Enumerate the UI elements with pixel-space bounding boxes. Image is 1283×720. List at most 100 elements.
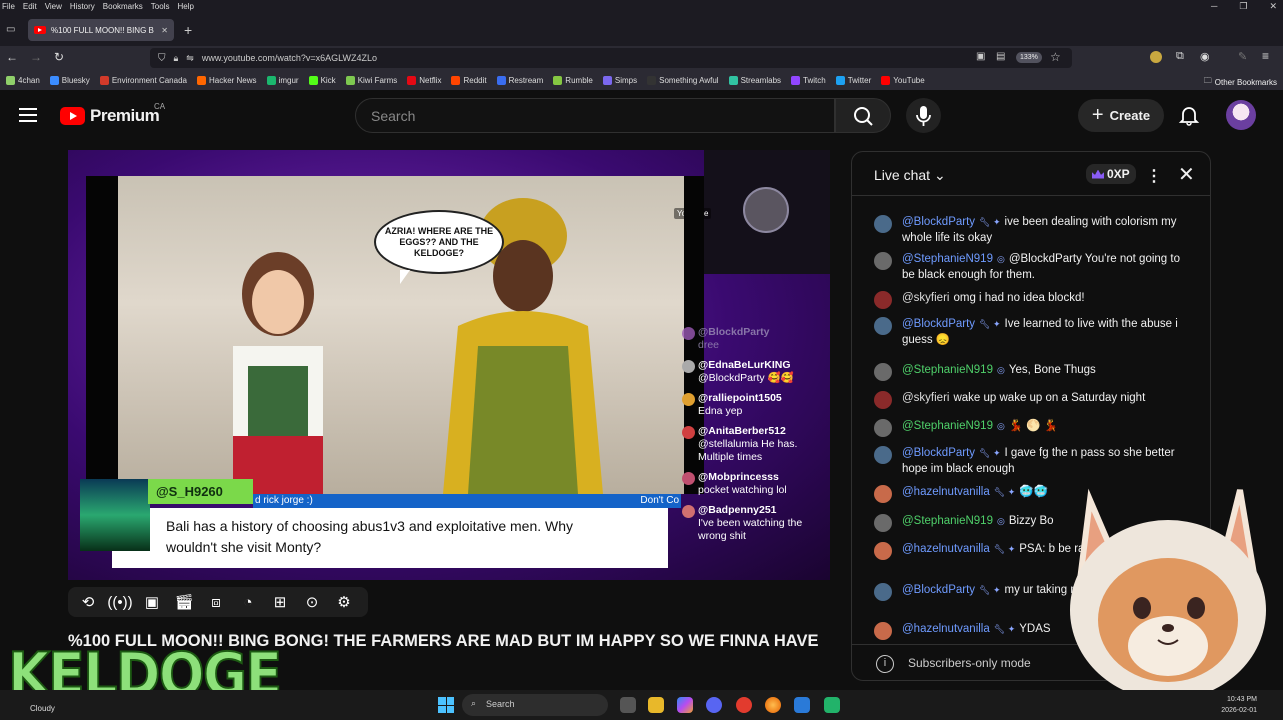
chat-avatar[interactable] <box>874 419 892 437</box>
screenshot-icon[interactable]: ▤ <box>996 51 1005 62</box>
chat-avatar[interactable] <box>874 317 892 335</box>
info-icon[interactable]: i <box>876 655 894 673</box>
create-button[interactable]: + Create <box>1078 99 1164 132</box>
firefox-icon[interactable] <box>765 697 781 713</box>
camera-screenshot-icon[interactable]: ⊙ <box>300 592 324 612</box>
chat-avatar[interactable] <box>874 622 892 640</box>
chat-avatar[interactable] <box>874 291 892 309</box>
loop-icon[interactable]: ⟲ <box>76 592 100 612</box>
bookmark-item[interactable]: Bluesky <box>49 75 90 85</box>
bookmark-item[interactable]: Environment Canada <box>99 75 187 85</box>
account-avatar[interactable] <box>1226 100 1256 130</box>
bookmark-item[interactable]: Twitch <box>791 75 826 85</box>
bookmark-item[interactable]: Rumble <box>553 75 593 85</box>
chat-message[interactable]: @BlockdParty 🔧︎ ✦ Ive learned to live with… <box>874 316 1194 348</box>
minimize-icon[interactable]: ─ <box>1211 1 1217 11</box>
video-player[interactable]: AZRIA! WHERE ARE THE EGGS?? AND THE KELD… <box>68 150 830 580</box>
hamburger-menu-icon[interactable] <box>19 108 37 122</box>
menu-help[interactable]: Help <box>177 2 193 11</box>
chat-message[interactable]: @StephanieN919 ◎ Yes, Bone Thugs <box>874 362 1194 381</box>
menu-file[interactable]: File <box>2 2 15 11</box>
tab-close-icon[interactable]: ✕ <box>161 26 168 35</box>
chat-author-name[interactable]: @StephanieN919 <box>902 420 993 432</box>
app-blue-icon[interactable] <box>794 697 810 713</box>
chat-avatar[interactable] <box>874 252 892 270</box>
more-options-icon[interactable]: ⋮ <box>1146 166 1162 186</box>
chat-avatar[interactable] <box>874 446 892 464</box>
shield-icon[interactable]: ⛉ <box>158 53 166 64</box>
chat-avatar[interactable] <box>874 391 892 409</box>
speed-gauge-icon[interactable]: ◔ <box>236 592 260 612</box>
chat-author-name[interactable]: @StephanieN919 <box>902 253 993 265</box>
chat-author-name[interactable]: @hazelnutvanilla <box>902 486 990 498</box>
app-menu-icon[interactable]: ≡ <box>1262 49 1269 63</box>
chat-message[interactable]: @StephanieN919 ◎ 💃 🌕 💃 <box>874 418 1194 437</box>
other-bookmarks[interactable]: 🗀 Other Bookmarks <box>1204 75 1277 89</box>
search-button[interactable] <box>835 98 891 133</box>
bookmark-item[interactable]: Kiwi Farms <box>345 75 397 85</box>
forward-icon[interactable]: → <box>30 50 42 64</box>
menu-bookmarks[interactable]: Bookmarks <box>103 2 143 11</box>
taskbar-clock[interactable]: 10:43 PM 2026-02-01 <box>1221 694 1257 716</box>
chat-avatar[interactable] <box>874 542 892 560</box>
copilot-icon[interactable] <box>677 697 693 713</box>
chat-message[interactable]: @StephanieN919 ◎ @BlockdParty You're not g… <box>874 251 1194 283</box>
extensions-icon[interactable]: ⧉ <box>1176 50 1184 63</box>
windows-start-icon[interactable] <box>438 697 454 713</box>
bookmark-item[interactable]: Something Awful <box>647 75 719 85</box>
tab-youtube[interactable]: %100 FULL MOON!! BING B ✕ <box>28 19 174 41</box>
bookmark-item[interactable]: 4chan <box>6 75 40 85</box>
chat-author-name[interactable]: @hazelnutvanilla <box>902 623 990 635</box>
extension-icon-1[interactable] <box>1150 51 1162 63</box>
permissions-icon[interactable]: ⇋ <box>186 53 194 64</box>
bookmark-star-icon[interactable]: ☆ <box>1050 50 1061 64</box>
chat-avatar[interactable] <box>874 363 892 381</box>
file-explorer-icon[interactable] <box>648 697 664 713</box>
bookmark-item[interactable]: Kick <box>308 75 336 85</box>
restore-icon[interactable]: ❐ <box>1239 1 1247 12</box>
chat-avatar[interactable] <box>874 583 892 601</box>
chat-author-name[interactable]: @skyfieri <box>902 392 949 404</box>
bookmark-item[interactable]: Restream <box>496 75 543 85</box>
voice-search-button[interactable] <box>906 98 941 133</box>
weather-widget[interactable]: Cloudy <box>30 704 55 713</box>
menu-view[interactable]: View <box>45 2 62 11</box>
youtube-logo[interactable]: Premium <box>60 106 160 126</box>
clapperboard-icon[interactable]: 🎬︎ <box>172 592 196 612</box>
extension-icon-2[interactable]: ✎ <box>1238 50 1247 63</box>
bookmark-item[interactable]: Reddit <box>451 75 487 85</box>
chat-author-name[interactable]: @StephanieN919 <box>902 515 993 527</box>
bookmark-item[interactable]: Netflix <box>407 75 441 85</box>
close-window-icon[interactable]: ✕ <box>1269 1 1277 12</box>
bookmark-item[interactable]: Streamlabs <box>728 75 781 85</box>
chat-author-name[interactable]: @skyfieri <box>902 292 949 304</box>
chat-author-name[interactable]: @StephanieN919 <box>902 364 993 376</box>
live-broadcast-icon[interactable]: ((•)) <box>107 592 132 612</box>
menu-edit[interactable]: Edit <box>23 2 37 11</box>
reload-icon[interactable]: ↻ <box>54 50 64 64</box>
chat-author-name[interactable]: @BlockdParty <box>902 584 975 596</box>
bookmark-item[interactable]: YouTube <box>881 75 925 85</box>
app-green-icon[interactable] <box>824 697 840 713</box>
bookmark-item[interactable]: Hacker News <box>196 75 257 85</box>
lock-icon[interactable]: 🔒︎ <box>174 53 179 64</box>
xp-badge[interactable]: 0XP <box>1086 164 1136 184</box>
chat-avatar[interactable] <box>874 485 892 503</box>
bookmark-item[interactable]: imgur <box>266 75 299 85</box>
chat-author-name[interactable]: @BlockdParty <box>902 447 975 459</box>
bookmark-item[interactable]: Twitter <box>835 75 871 85</box>
chat-message[interactable]: @skyfieri wake up wake up on a Saturday n… <box>874 390 1194 409</box>
settings-gear-icon[interactable]: ⚙ <box>332 592 356 612</box>
menu-history[interactable]: History <box>70 2 95 11</box>
task-view-icon[interactable] <box>620 697 636 713</box>
cinema-mode-icon[interactable]: ▣ <box>140 592 164 612</box>
reader-view-icon[interactable]: ▣ <box>976 51 985 62</box>
chat-avatar[interactable] <box>874 514 892 532</box>
chat-author-name[interactable]: @hazelnutvanilla <box>902 543 990 555</box>
app-red-icon[interactable] <box>736 697 752 713</box>
chat-avatar[interactable] <box>874 215 892 233</box>
close-chat-icon[interactable]: ✕ <box>1178 162 1195 187</box>
bookmark-item[interactable]: Simps <box>602 75 637 85</box>
live-chat-title-dropdown[interactable]: Live chat ⌄ <box>874 167 946 184</box>
discord-icon[interactable] <box>706 697 722 713</box>
